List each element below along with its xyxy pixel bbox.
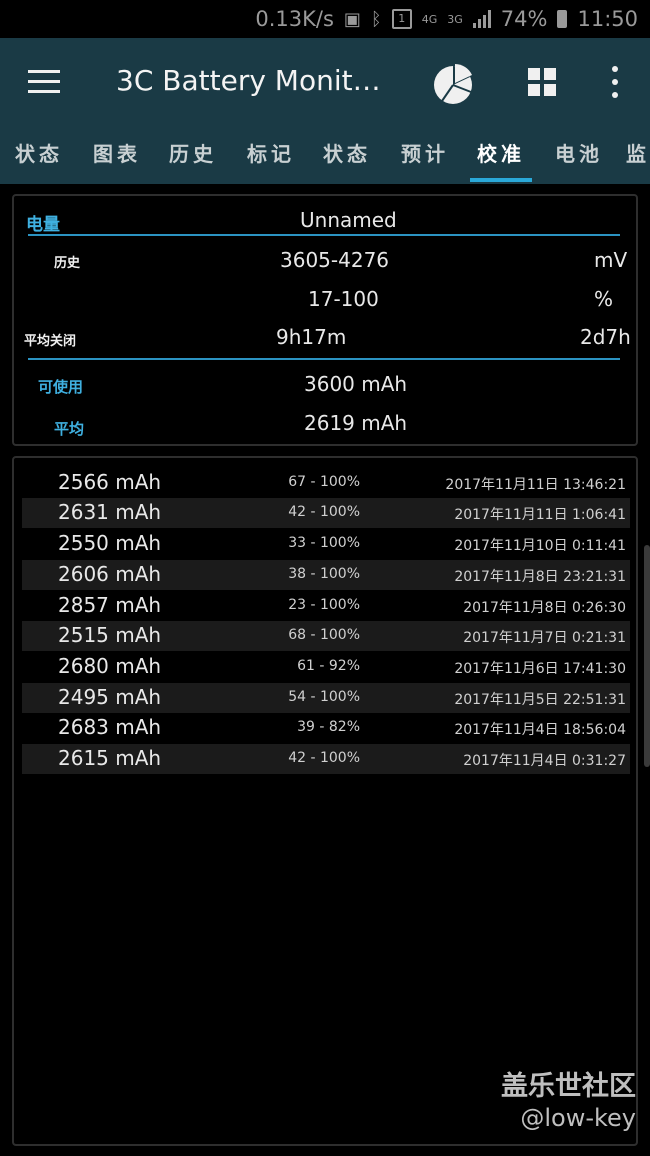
app-bar: 3C Battery Monit…: [0, 38, 650, 130]
record-range: 42 - 100%: [288, 504, 360, 520]
average-label: 平均: [54, 420, 85, 438]
record-date: 2017年11月6日 17:41:30: [454, 661, 626, 677]
menu-icon[interactable]: [28, 70, 60, 94]
tab-status[interactable]: 状态: [8, 130, 70, 184]
tab-estimate[interactable]: 预计: [394, 130, 456, 184]
voltage-unit: mV: [594, 248, 628, 272]
bluetooth-icon: ᛒ: [370, 8, 382, 30]
capacity-section-label: 电量: [26, 215, 60, 235]
record-date: 2017年11月8日 23:21:31: [454, 569, 626, 585]
record-range: 68 - 100%: [288, 627, 360, 643]
grid-view-icon[interactable]: [528, 68, 556, 96]
avg-off-time: 9h17m: [276, 325, 347, 349]
tab-bar: 状态 图表 历史 标记 状态 预计 校准 电池 监: [0, 130, 650, 184]
record-date: 2017年11月4日 0:31:27: [463, 753, 626, 769]
record-range: 39 - 82%: [297, 719, 360, 735]
capacity-summary-panel: 电量 Unnamed 历史 3605-4276 mV 17-100 % 平均关闭…: [12, 194, 638, 446]
record-range: 38 - 100%: [288, 566, 360, 582]
voltage-range: 3605-4276: [280, 248, 390, 272]
record-date: 2017年11月8日 0:26:30: [463, 600, 626, 616]
avg-off-label: 平均关闭: [24, 334, 77, 349]
usable-label: 可使用: [38, 378, 84, 396]
watermark-title: 盖乐世社区: [501, 1071, 636, 1102]
tab-calibration[interactable]: 校准: [470, 130, 532, 184]
battery-name: Unnamed: [300, 208, 397, 232]
record-capacity: 2683 mAh: [58, 715, 162, 739]
list-item[interactable]: 2857 mAh 23 - 100% 2017年11月8日 0:26:30: [22, 591, 630, 621]
list-item[interactable]: 2680 mAh 61 - 92% 2017年11月6日 17:41:30: [22, 652, 630, 682]
record-capacity: 2515 mAh: [58, 623, 162, 647]
tab-chart[interactable]: 图表: [86, 130, 148, 184]
usable-value: 3600 mAh: [304, 372, 408, 396]
record-date: 2017年11月10日 0:11:41: [454, 538, 626, 554]
average-value: 2619 mAh: [304, 411, 408, 435]
record-capacity: 2680 mAh: [58, 654, 162, 678]
pie-chart-icon[interactable]: [432, 64, 474, 106]
percent-unit: %: [594, 287, 614, 311]
record-capacity: 2566 mAh: [58, 470, 162, 494]
sim-icon: ▣: [343, 8, 361, 30]
divider: [28, 234, 620, 236]
record-date: 2017年11月5日 22:51:31: [454, 692, 626, 708]
list-item[interactable]: 2683 mAh 39 - 82% 2017年11月4日 18:56:04: [22, 713, 630, 743]
list-item[interactable]: 2566 mAh 67 - 100% 2017年11月11日 13:46:21: [22, 468, 630, 498]
record-range: 67 - 100%: [288, 474, 360, 490]
list-item[interactable]: 2615 mAh 42 - 100% 2017年11月4日 0:31:27: [22, 744, 630, 774]
app-title: 3C Battery Monit…: [116, 64, 381, 97]
list-item[interactable]: 2515 mAh 68 - 100% 2017年11月7日 0:21:31: [22, 621, 630, 651]
list-item[interactable]: 2550 mAh 33 - 100% 2017年11月10日 0:11:41: [22, 529, 630, 559]
calibration-records-panel: 2566 mAh 67 - 100% 2017年11月11日 13:46:21 …: [12, 456, 638, 1146]
record-date: 2017年11月4日 18:56:04: [454, 722, 626, 738]
divider: [28, 358, 620, 360]
record-range: 42 - 100%: [288, 750, 360, 766]
tab-history[interactable]: 历史: [162, 130, 224, 184]
record-range: 54 - 100%: [288, 689, 360, 705]
clock: 11:50: [577, 7, 638, 31]
battery-icon: [557, 10, 568, 28]
record-date: 2017年11月7日 0:21:31: [463, 630, 626, 646]
signal-icon: [472, 10, 491, 28]
record-date: 2017年11月11日 13:46:21: [445, 477, 626, 493]
tab-battery[interactable]: 电池: [548, 130, 610, 184]
network-speed: 0.13K/s: [255, 7, 334, 31]
tab-monitor[interactable]: 监: [626, 130, 650, 184]
record-range: 23 - 100%: [288, 597, 360, 613]
record-range: 61 - 92%: [297, 658, 360, 674]
record-capacity: 2495 mAh: [58, 685, 162, 709]
history-label: 历史: [54, 256, 81, 271]
list-item[interactable]: 2495 mAh 54 - 100% 2017年11月5日 22:51:31: [22, 683, 630, 713]
tab-status-2[interactable]: 状态: [316, 130, 378, 184]
record-capacity: 2606 mAh: [58, 562, 162, 586]
scrollbar[interactable]: [644, 545, 650, 767]
list-item[interactable]: 2631 mAh 42 - 100% 2017年11月11日 1:06:41: [22, 498, 630, 528]
tab-markers[interactable]: 标记: [240, 130, 302, 184]
record-range: 33 - 100%: [288, 535, 360, 551]
3g-icon: 3G: [447, 12, 463, 26]
watermark-handle: @low-key: [520, 1104, 636, 1132]
record-capacity: 2550 mAh: [58, 531, 162, 555]
avg-off-right: 2d7h: [580, 325, 631, 349]
4g-icon: 4G: [421, 12, 438, 26]
percent-range: 17-100: [308, 287, 379, 311]
record-capacity: 2857 mAh: [58, 593, 162, 617]
notification-icon: 1: [391, 9, 412, 29]
record-date: 2017年11月11日 1:06:41: [454, 507, 626, 523]
active-tab-indicator: [470, 178, 532, 182]
list-item[interactable]: 2606 mAh 38 - 100% 2017年11月8日 23:21:31: [22, 560, 630, 590]
record-capacity: 2615 mAh: [58, 746, 162, 770]
more-options-icon[interactable]: [608, 66, 622, 100]
status-bar: 0.13K/s ▣ ᛒ 1 4G 3G 74% 11:50: [0, 0, 650, 38]
battery-percent: 74%: [500, 7, 548, 31]
record-capacity: 2631 mAh: [58, 500, 162, 524]
